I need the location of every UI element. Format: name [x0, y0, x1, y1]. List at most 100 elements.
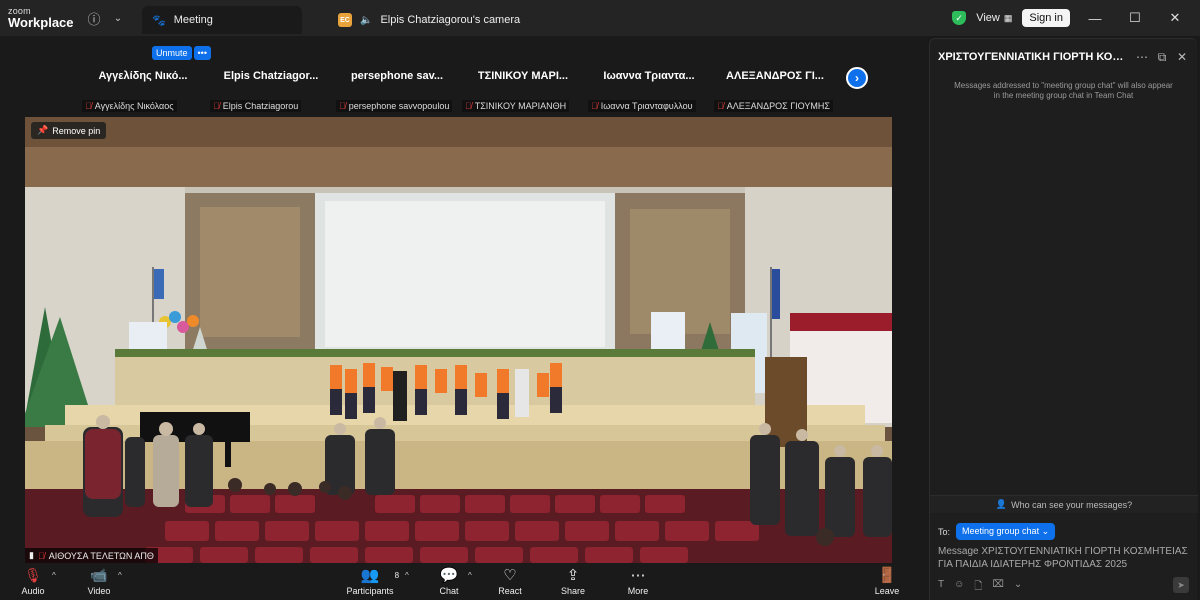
chevron-right-icon: ›	[855, 71, 859, 85]
sign-in-button[interactable]: Sign in	[1022, 9, 1070, 27]
video-frame	[25, 117, 892, 563]
participant-label-text: persephone savvopoulou	[348, 101, 450, 111]
participant-name: Αγγελίδης Νικό...	[98, 70, 188, 82]
brand-line2: Workplace	[8, 15, 74, 30]
react-label: React	[498, 586, 522, 596]
participants-button[interactable]: 👥 8 Participants	[345, 565, 399, 596]
grid-icon: ▦	[1003, 12, 1013, 23]
participant-name: Ιωαννα Τριαντα...	[603, 70, 695, 82]
react-button[interactable]: ♡ React	[485, 565, 535, 596]
participant-tile[interactable]: Elpis Chatziagor... 🎙̸ Elpis Chatziagorou	[208, 64, 334, 114]
title-bar: zoom Workplace ⓘ ⌄ 🐾 Meeting EC 🔈 Elpis …	[0, 0, 1200, 36]
more-dots-icon: ⋯	[630, 567, 646, 584]
participant-name: persephone sav...	[350, 70, 444, 82]
view-button[interactable]: View ▦	[976, 12, 1012, 24]
unmute-button[interactable]: Unmute	[152, 46, 192, 60]
chat-header: ΧΡΙΣΤΟΥΓΕΝΝΙΑΤΙΚΗ ΓΙΟΡΤΗ ΚΟΣΜΗΤΕΙΑ... ⋯ …	[930, 39, 1197, 75]
more-label: More	[627, 586, 649, 596]
shield-icon[interactable]: ✓	[952, 11, 967, 25]
participant-label-text: Ιωαννα Τριανταφυλλου	[600, 101, 693, 111]
who-can-see-button[interactable]: 👤 Who can see your messages?	[930, 495, 1198, 513]
participant-label: 🎙̸ Ιωαννα Τριανταφυλλου	[588, 100, 696, 112]
chat-notice: Messages addressed to "meeting group cha…	[954, 81, 1173, 101]
format-icon[interactable]: T	[938, 579, 944, 596]
emoji-icon[interactable]: ☺	[954, 579, 964, 596]
screenshot-icon[interactable]: ⌧	[992, 579, 1004, 596]
chat-caret-icon[interactable]: ^	[468, 571, 472, 580]
participant-label-text: ΑΛΕΞΑΝΔΡΟΣ ΓΙΟΥΜΗΣ	[726, 101, 830, 111]
more-icon[interactable]: ⋯	[1135, 50, 1149, 64]
chat-tools: T ☺ 🗋 ⌧ ⌄	[938, 579, 1022, 596]
file-icon[interactable]: 🗋	[974, 579, 982, 596]
chat-panel: ΧΡΙΣΤΟΥΓΕΝΝΙΑΤΙΚΗ ΓΙΟΡΤΗ ΚΟΣΜΗΤΕΙΑ... ⋯ …	[929, 38, 1198, 600]
leave-button[interactable]: 🚪 Leave	[862, 565, 912, 596]
recipient-value: Meeting group chat	[962, 526, 1040, 536]
audio-caret-icon[interactable]: ^	[52, 571, 56, 580]
chevron-down-icon[interactable]: ⌄	[1014, 579, 1022, 596]
tab-meeting-label: Meeting	[173, 14, 213, 26]
more-options-button[interactable]: •••	[193, 46, 211, 60]
minimize-icon[interactable]: —	[1080, 11, 1110, 26]
participant-label: 🎙̸ persephone savvopoulou	[336, 100, 453, 112]
more-button[interactable]: ⋯ More	[613, 565, 663, 596]
tab-meeting[interactable]: 🐾 Meeting	[142, 6, 302, 34]
participant-strip: Αγγελίδης Νικό... 🎙̸ Αγγελίδης Νικόλαος E…	[80, 64, 840, 114]
to-label: To:	[938, 526, 951, 537]
pinned-video[interactable]: 📌 Remove pin ▮ 🎙̸ ΑΙΘΟΥΣΑ ΤΕΛΕΤΩΝ ΑΠΘ	[25, 117, 892, 563]
participant-name: Elpis Chatziagor...	[223, 70, 319, 82]
message-input[interactable]: Message ΧΡΙΣΤΟΥΓΕΝΝΙΑΤΙΚΗ ΓΙΟΡΤΗ ΚΟΣΜΗΤΕ…	[938, 545, 1190, 571]
leave-icon: 🚪	[877, 567, 897, 584]
participant-name: ΑΛΕΞΑΝΔΡΟΣ ΓΙ...	[726, 70, 824, 82]
mic-muted-icon: 🎙̸	[591, 101, 598, 111]
video-caret-icon[interactable]: ^	[118, 571, 122, 580]
maximize-icon[interactable]: ☐	[1120, 10, 1150, 26]
tab-camera-label: Elpis Chatziagorou's camera	[380, 14, 521, 26]
video-off-icon: 📹	[90, 566, 108, 583]
close-icon[interactable]: ✕	[1175, 50, 1189, 64]
popout-icon[interactable]: ⧉	[1155, 50, 1169, 65]
participants-count: 8	[394, 571, 400, 580]
participant-name: ΤΣΙΝΙΚΟΥ ΜΑΡΙ...	[477, 70, 569, 82]
zoom-logo: zoom Workplace	[0, 7, 74, 30]
audio-button[interactable]: 🎙 Audio	[8, 565, 58, 597]
mic-muted-icon: 🎙̸	[85, 101, 92, 111]
share-button[interactable]: ⇪ Share	[548, 565, 598, 596]
pin-icon: 📌	[37, 125, 49, 135]
people-icon: 👤	[995, 499, 1008, 509]
mic-muted-icon: 🎙	[24, 566, 42, 583]
chevron-down-icon[interactable]: ⌄	[106, 6, 130, 30]
info-icon[interactable]: ⓘ	[82, 6, 106, 30]
participant-tile[interactable]: ΤΣΙΝΙΚΟΥ ΜΑΡΙ... 🎙̸ ΤΣΙΝΙΚΟΥ ΜΑΡΙΑΝΘΗ	[460, 64, 586, 114]
participant-tile[interactable]: persephone sav... 🎙̸ persephone savvopoul…	[334, 64, 460, 114]
video-source-label: ▮ 🎙̸ ΑΙΘΟΥΣΑ ΤΕΛΕΤΩΝ ΑΠΘ	[25, 548, 158, 563]
meeting-toolbar: 🎙 Audio ^ 📹 Video ^ 👥 8 Participants ^ 💬 …	[0, 563, 926, 600]
recipient-select[interactable]: Meeting group chat ⌄	[956, 523, 1056, 540]
share-label: Share	[560, 586, 586, 596]
participants-caret-icon[interactable]: ^	[405, 571, 409, 580]
signal-icon: ▮	[29, 550, 34, 560]
participant-label: 🎙̸ ΤΣΙΝΙΚΟΥ ΜΑΡΙΑΝΘΗ	[462, 100, 570, 112]
avatar-badge: EC	[338, 13, 352, 27]
chat-button[interactable]: 💬 Chat	[424, 565, 474, 596]
close-icon[interactable]: ✕	[1160, 10, 1190, 26]
speaker-icon: 🔈	[360, 14, 373, 26]
remove-pin-label: Remove pin	[52, 125, 101, 136]
participant-label-text: ΤΣΙΝΙΚΟΥ ΜΑΡΙΑΝΘΗ	[474, 101, 567, 111]
participant-tile[interactable]: Αγγελίδης Νικό... 🎙̸ Αγγελίδης Νικόλαος	[80, 64, 206, 114]
chat-title: ΧΡΙΣΤΟΥΓΕΝΝΙΑΤΙΚΗ ΓΙΟΡΤΗ ΚΟΣΜΗΤΕΙΑ...	[938, 51, 1129, 63]
mic-muted-icon: 🎙̸	[339, 101, 346, 111]
participant-label-text: Αγγελίδης Νικόλαος	[94, 101, 174, 111]
heart-icon: ♡	[503, 567, 517, 584]
recipient-row: To: Meeting group chat ⌄	[938, 523, 1056, 540]
participant-tile[interactable]: ΑΛΕΞΑΝΔΡΟΣ ΓΙ... 🎙̸ ΑΛΕΞΑΝΔΡΟΣ ΓΙΟΥΜΗΣ	[712, 64, 838, 114]
self-controls: Unmute •••	[152, 46, 211, 60]
video-button[interactable]: 📹 Video	[74, 565, 124, 597]
participant-tile[interactable]: Ιωαννα Τριαντα... 🎙̸ Ιωαννα Τριανταφυλλου	[586, 64, 712, 114]
mic-muted-icon: 🎙̸	[37, 550, 45, 561]
who-can-see-label: Who can see your messages?	[1011, 499, 1133, 510]
participants-label: Participants	[346, 586, 394, 596]
tab-camera[interactable]: EC 🔈 Elpis Chatziagorou's camera	[328, 6, 628, 34]
send-button[interactable]: ➤	[1173, 577, 1189, 593]
remove-pin-button[interactable]: 📌 Remove pin	[31, 122, 107, 139]
next-page-button[interactable]: ›	[846, 67, 868, 89]
